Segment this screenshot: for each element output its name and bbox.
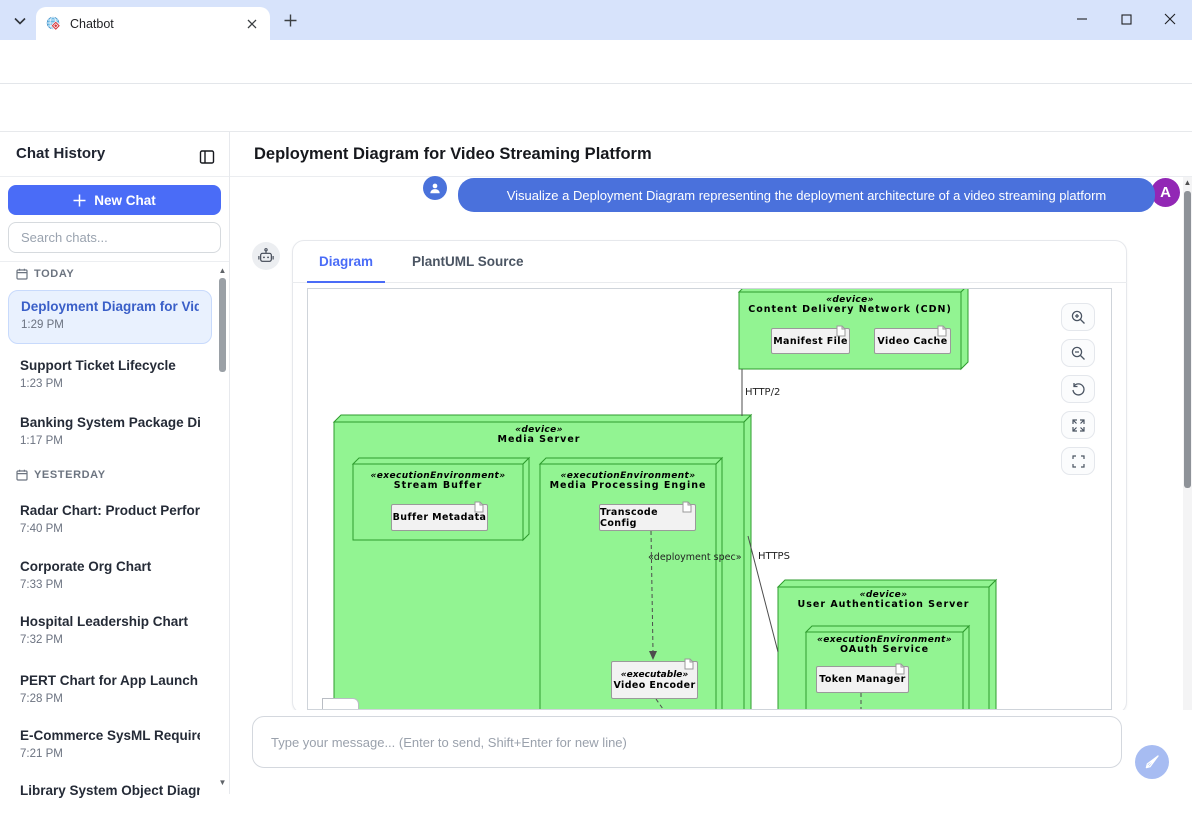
zoom-out-icon <box>1071 346 1086 361</box>
artifact-icon <box>836 325 846 337</box>
window-minimize-button[interactable] <box>1060 0 1104 38</box>
artifact-video-cache: Video Cache <box>874 328 951 354</box>
node-auth-server: «device» User Authentication Server <box>778 590 989 611</box>
robot-icon <box>258 248 274 264</box>
chat-item-pert-chart[interactable]: PERT Chart for App Launch 7:28 PM <box>8 665 212 719</box>
app-header: Chatbot Powered by Visual Paradigm More … <box>0 84 1192 132</box>
artifact-icon <box>682 501 692 513</box>
node-media-server: «device» Media Server <box>334 425 744 446</box>
chat-scrollbar-thumb[interactable] <box>1184 191 1191 488</box>
artifact-transcode-config: Transcode Config <box>599 504 696 531</box>
node-oauth-service: «executionEnvironment» OAuth Service <box>806 635 963 656</box>
chat-item-corporate-org[interactable]: Corporate Org Chart 7:33 PM <box>8 551 212 605</box>
diagram-tabbar: Diagram PlantUML Source <box>292 240 1127 283</box>
tab-title: Chatbot <box>70 17 243 31</box>
panel-collapse-icon <box>199 149 215 165</box>
sidebar-scrollbar[interactable] <box>219 278 226 372</box>
edge-label-https: HTTPS <box>758 551 790 562</box>
search-input[interactable] <box>8 222 221 253</box>
partial-node-box <box>322 698 359 710</box>
sidebar-scroll-down[interactable]: ▼ <box>217 778 228 788</box>
minimize-icon <box>1076 13 1088 25</box>
fit-screen-button[interactable] <box>1061 411 1095 439</box>
tab-diagram[interactable]: Diagram <box>307 240 385 282</box>
edge-label-deployment-spec: «deployment spec» <box>648 552 742 563</box>
artifact-token-manager: Token Manager <box>816 666 909 693</box>
window-maximize-button[interactable] <box>1104 0 1148 38</box>
sidebar-title: Chat History <box>16 145 105 162</box>
page-title: Deployment Diagram for Video Streaming P… <box>254 145 652 164</box>
artifact-manifest-file: Manifest File <box>771 328 850 354</box>
chevron-down-icon <box>14 17 26 25</box>
section-header-today: TODAY <box>16 268 186 280</box>
message-input[interactable] <box>252 716 1122 768</box>
person-icon <box>428 181 442 195</box>
chat-item-deployment-diagram[interactable]: Deployment Diagram for Vid... 1:29 PM <box>8 290 212 344</box>
sidebar-scroll-up[interactable]: ▲ <box>217 266 228 276</box>
reset-view-button[interactable] <box>1061 375 1095 403</box>
send-icon <box>1144 754 1160 770</box>
collapse-sidebar-button[interactable] <box>197 147 217 167</box>
chat-item-hospital-leadership[interactable]: Hospital Leadership Chart 7:32 PM <box>8 606 212 660</box>
window-close-button[interactable] <box>1148 0 1192 38</box>
calendar-icon <box>16 469 28 481</box>
browser-titlebar: Chatbot <box>0 0 1192 40</box>
new-tab-button[interactable] <box>282 12 299 29</box>
account-avatar[interactable]: A <box>1151 178 1180 207</box>
reset-icon <box>1071 382 1086 397</box>
section-header-yesterday: YESTERDAY <box>16 469 186 481</box>
close-icon <box>1164 13 1176 25</box>
close-icon <box>247 19 257 29</box>
node-media-processing-engine: «executionEnvironment» Media Processing … <box>540 471 716 492</box>
chat-item-library-object[interactable]: Library System Object Diagr... <box>8 775 212 829</box>
expand-arrows-icon <box>1071 418 1086 433</box>
maximize-icon <box>1121 14 1132 25</box>
zoom-out-button[interactable] <box>1061 339 1095 367</box>
node-cdn: «device» Content Delivery Network (CDN) <box>739 295 961 316</box>
artifact-icon <box>937 325 947 337</box>
favicon-visual-paradigm <box>46 16 62 32</box>
artifact-icon <box>684 658 694 670</box>
chat-history-sidebar: Chat History New Chat TODAY Deployment D… <box>0 132 230 794</box>
deployment-diagram <box>308 289 1111 709</box>
artifact-buffer-metadata: Buffer Metadata <box>391 504 488 531</box>
diagram-canvas[interactable]: «device» Content Delivery Network (CDN) … <box>307 288 1112 710</box>
chat-item-ecommerce-sysml[interactable]: E-Commerce SysML Require... 7:21 PM <box>8 720 212 774</box>
plus-icon <box>284 14 297 27</box>
plus-icon <box>73 194 86 207</box>
edge-label-http2: HTTP/2 <box>745 387 780 398</box>
chat-item-radar-chart[interactable]: Radar Chart: Product Perfor... 7:40 PM <box>8 495 212 549</box>
fullscreen-brackets-icon <box>1071 454 1086 469</box>
fullscreen-button[interactable] <box>1061 447 1095 475</box>
artifact-video-encoder: «executable» Video Encoder <box>611 661 698 699</box>
user-message-bubble: Visualize a Deployment Diagram represent… <box>458 178 1155 212</box>
new-chat-button[interactable]: New Chat <box>8 185 221 215</box>
artifact-icon <box>474 501 484 513</box>
browser-toolbar: ai-toolbox.visual-paradigm.com/app/chatb… <box>0 40 1192 84</box>
chat-item-support-ticket[interactable]: Support Ticket Lifecycle 1:23 PM <box>8 350 212 404</box>
calendar-icon <box>16 268 28 280</box>
zoom-in-icon <box>1071 310 1086 325</box>
chat-item-banking-package[interactable]: Banking System Package Dia... 1:17 PM <box>8 407 212 461</box>
chat-scroll-up[interactable]: ▲ <box>1183 178 1192 188</box>
browser-tab[interactable]: Chatbot <box>36 7 270 40</box>
user-message-avatar <box>423 176 447 200</box>
tab-close-button[interactable] <box>243 15 260 32</box>
tab-search-button[interactable] <box>8 9 32 32</box>
bot-avatar <box>252 242 280 270</box>
tab-plantuml-source[interactable]: PlantUML Source <box>400 240 536 282</box>
zoom-in-button[interactable] <box>1061 303 1095 331</box>
artifact-icon <box>895 663 905 675</box>
send-button[interactable] <box>1135 745 1169 779</box>
node-stream-buffer: «executionEnvironment» Stream Buffer <box>353 471 523 492</box>
